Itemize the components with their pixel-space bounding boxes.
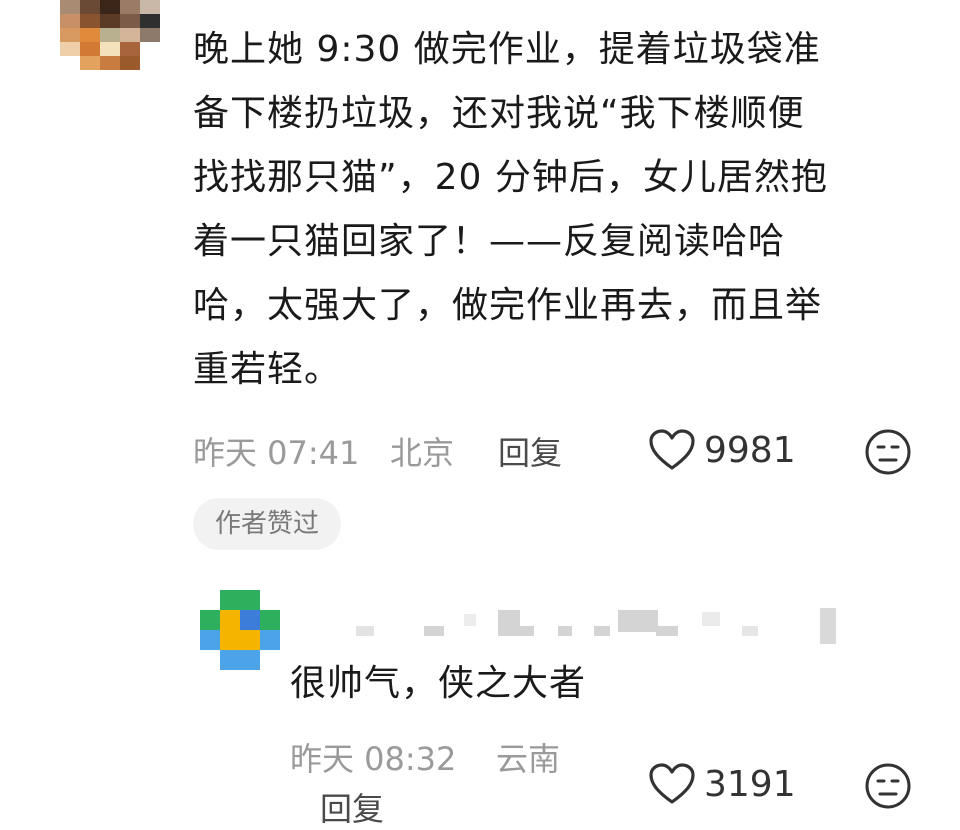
author-liked-badge: 作者赞过 bbox=[193, 498, 342, 550]
reply-location: 云南 bbox=[496, 740, 561, 778]
heart-outline-icon bbox=[648, 428, 696, 472]
replier-name-obscured[interactable] bbox=[356, 606, 846, 646]
reply-reply-button[interactable]: 回复 bbox=[320, 784, 384, 830]
comment-line: 备下楼扔垃圾，还对我说“我下楼顺便 bbox=[193, 93, 805, 134]
comment-body: 晚上她 9:30 做完作业，提着垃圾袋准 备下楼扔垃圾，还对我说“我下楼顺便 找… bbox=[193, 18, 933, 402]
comment-reply-button[interactable]: 回复 bbox=[498, 428, 562, 474]
comment-time: 昨天 07:41 bbox=[193, 434, 360, 472]
comment-line: 重若轻。 bbox=[193, 349, 342, 390]
reply-like-button[interactable]: 3191 bbox=[648, 762, 796, 806]
comment-line: 晚上她 9:30 做完作业，提着垃圾袋准 bbox=[193, 29, 821, 70]
meh-face-icon[interactable] bbox=[864, 428, 912, 476]
comment-location: 北京 bbox=[390, 434, 455, 472]
commenter-avatar[interactable] bbox=[60, 0, 160, 70]
comment-like-button[interactable]: 9981 bbox=[648, 428, 796, 472]
comment-like-count: 9981 bbox=[704, 429, 796, 471]
reply-body: 很帅气，侠之大者 bbox=[290, 663, 587, 704]
reply-like-count: 3191 bbox=[704, 763, 796, 805]
meh-face-icon[interactable] bbox=[864, 762, 912, 810]
comment-line: 哈，太强大了，做完作业再去，而且举 bbox=[193, 285, 823, 326]
reply-time: 昨天 08:32 bbox=[290, 740, 457, 778]
heart-outline-icon bbox=[648, 762, 696, 806]
replier-avatar[interactable] bbox=[200, 590, 280, 670]
comment-line: 找找那只猫”，20 分钟后，女儿居然抱 bbox=[193, 157, 828, 198]
comment-line: 着一只猫回家了！——反复阅读哈哈 bbox=[193, 221, 786, 262]
